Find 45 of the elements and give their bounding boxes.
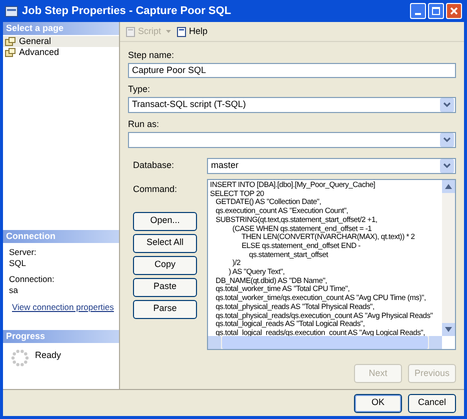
command-button[interactable]: Copy xyxy=(133,256,197,274)
command-label: Command: xyxy=(133,183,178,196)
caret-icon xyxy=(166,30,172,33)
server-value: SQL xyxy=(9,258,28,268)
progress-status: Ready xyxy=(35,349,62,362)
scroll-up-arrow-icon[interactable] xyxy=(445,184,452,189)
command-button[interactable]: Parse xyxy=(133,300,197,318)
server-label: Server: xyxy=(9,247,38,257)
help-button[interactable]: Help xyxy=(177,24,208,38)
run-as-label: Run as: xyxy=(128,119,160,130)
page-list-item[interactable]: Advanced xyxy=(3,47,119,58)
scroll-down-arrow-icon[interactable] xyxy=(445,327,452,332)
command-editor[interactable] xyxy=(207,179,456,350)
progress-spinner-icon xyxy=(11,349,29,367)
window-title: Job Step Properties - Capture Poor SQL xyxy=(22,4,232,19)
close-icon xyxy=(450,7,458,15)
step-name-label: Step name: xyxy=(128,50,176,61)
close-button[interactable] xyxy=(446,3,462,19)
section-header: Connection xyxy=(3,230,119,243)
page-list-item[interactable]: General xyxy=(3,36,119,47)
vertical-scrollbar[interactable] xyxy=(442,180,455,336)
command-button[interactable]: Open... xyxy=(133,212,197,230)
minimize-button[interactable] xyxy=(410,3,426,19)
type-label: Type: xyxy=(128,84,152,95)
help-icon xyxy=(177,26,188,36)
type-dropdown[interactable]: Transact-SQL script (T-SQL) xyxy=(128,97,456,113)
run-as-dropdown[interactable] xyxy=(128,132,456,148)
connection-label: Connection: xyxy=(9,274,56,284)
step-name-field[interactable]: Capture Poor SQL xyxy=(128,63,456,78)
dialog-button[interactable]: OK xyxy=(354,394,402,412)
section-header: Progress xyxy=(3,330,119,343)
page-icon xyxy=(5,37,16,46)
horizontal-scrollbar[interactable] xyxy=(208,336,442,349)
app-icon xyxy=(5,6,18,16)
database-label: Database: xyxy=(132,159,176,172)
view-connection-properties-link[interactable]: View connection properties xyxy=(12,302,114,312)
page-icon xyxy=(5,48,16,57)
section-header: Select a page xyxy=(3,22,119,35)
connection-value: sa xyxy=(9,285,19,295)
command-button[interactable]: Select All xyxy=(133,234,197,252)
dialog-button[interactable]: Cancel xyxy=(408,394,456,412)
maximize-button[interactable] xyxy=(428,3,444,19)
database-dropdown[interactable]: master xyxy=(207,158,456,174)
command-button[interactable]: Paste xyxy=(133,278,197,296)
script-icon xyxy=(126,26,136,36)
